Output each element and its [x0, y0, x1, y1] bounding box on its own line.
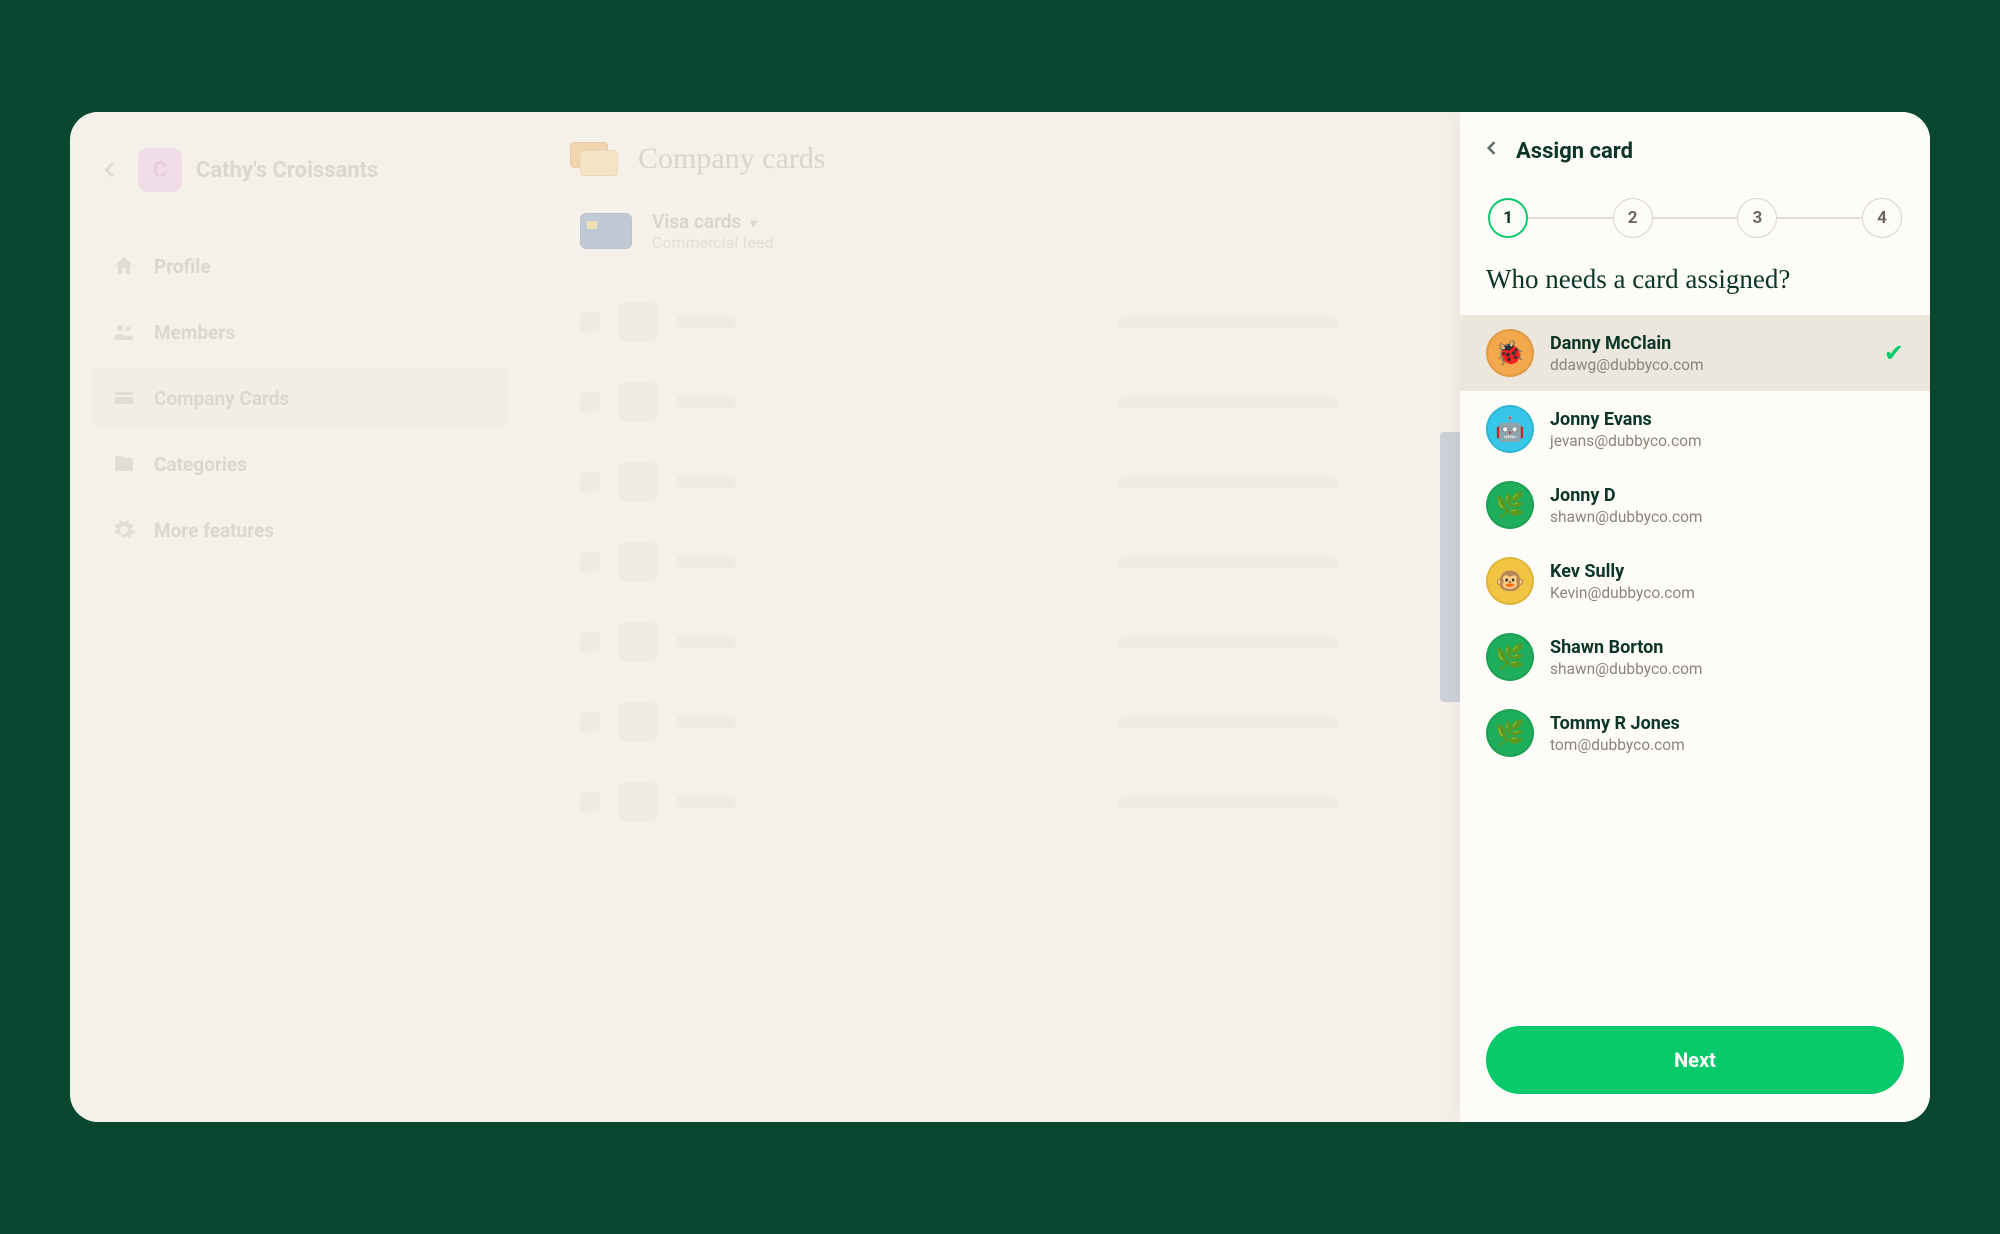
member-name: Jonny Evans: [1550, 409, 1702, 430]
sidebar-item-label: More features: [154, 519, 274, 542]
stepper: 1 2 3 4: [1460, 184, 1930, 262]
sidebar-nav: Profile Members Company Cards Categories Mor…: [90, 218, 510, 560]
member-email: ddawg@dubbyco.com: [1550, 356, 1704, 374]
member-list: 🐞 Danny McClain ddawg@dubbyco.com ✔ 🤖 Jonny E…: [1460, 315, 1930, 1026]
step-3[interactable]: 3: [1737, 198, 1777, 238]
avatar: 🌿: [1486, 709, 1534, 757]
sidebar-item-company-cards[interactable]: Company Cards: [90, 368, 510, 428]
member-row[interactable]: 🌿 Jonny D shawn@dubbyco.com: [1460, 467, 1930, 543]
member-email: tom@dubbyco.com: [1550, 736, 1685, 754]
company-cards-icon: [570, 142, 618, 176]
sidebar-item-label: Profile: [154, 255, 211, 278]
avatar: 🌿: [1486, 481, 1534, 529]
sidebar-item-members[interactable]: Members: [90, 302, 510, 362]
step-1[interactable]: 1: [1488, 198, 1528, 238]
sidebar-item-label: Members: [154, 321, 235, 344]
member-row[interactable]: 🐵 Kev Sully Kevin@dubbyco.com: [1460, 543, 1930, 619]
member-name: Kev Sully: [1550, 561, 1695, 582]
org-avatar[interactable]: C: [138, 148, 182, 192]
member-email: shawn@dubbyco.com: [1550, 660, 1703, 678]
panel-header: Assign card: [1460, 112, 1930, 184]
avatar: 🐵: [1486, 557, 1534, 605]
member-row[interactable]: 🌿 Shawn Borton shawn@dubbyco.com: [1460, 619, 1930, 695]
step-connector: [1653, 217, 1738, 219]
check-icon: ✔: [1884, 339, 1904, 367]
card-chip-icon: [580, 213, 632, 249]
feed-title: Visa cards: [652, 210, 741, 233]
member-name: Shawn Borton: [1550, 637, 1703, 658]
member-row[interactable]: 🤖 Jonny Evans jevans@dubbyco.com: [1460, 391, 1930, 467]
member-name: Jonny D: [1550, 485, 1703, 506]
member-email: jevans@dubbyco.com: [1550, 432, 1702, 450]
step-connector: [1777, 217, 1862, 219]
panel-question: Who needs a card assigned?: [1460, 262, 1930, 315]
panel-title: Assign card: [1516, 139, 1633, 164]
member-row[interactable]: 🐞 Danny McClain ddawg@dubbyco.com ✔: [1460, 315, 1930, 391]
org-name: Cathy's Croissants: [196, 158, 378, 183]
next-button[interactable]: Next: [1486, 1026, 1904, 1094]
avatar: 🐞: [1486, 329, 1534, 377]
sidebar: C Cathy's Croissants Profile Members Compa…: [70, 112, 530, 1122]
home-icon: [112, 254, 136, 278]
member-email: Kevin@dubbyco.com: [1550, 584, 1695, 602]
sidebar-item-more-features[interactable]: More features: [90, 500, 510, 560]
sidebar-item-profile[interactable]: Profile: [90, 236, 510, 296]
page-title: Company cards: [638, 142, 825, 176]
avatar: 🤖: [1486, 405, 1534, 453]
step-4[interactable]: 4: [1862, 198, 1902, 238]
member-row[interactable]: 🌿 Tommy R Jones tom@dubbyco.com: [1460, 695, 1930, 771]
app-shell: C Cathy's Croissants Profile Members Compa…: [70, 112, 1930, 1122]
people-icon: [112, 320, 136, 344]
step-connector: [1528, 217, 1613, 219]
member-email: shawn@dubbyco.com: [1550, 508, 1703, 526]
sidebar-item-categories[interactable]: Categories: [90, 434, 510, 494]
step-2[interactable]: 2: [1613, 198, 1653, 238]
sidebar-item-label: Company Cards: [154, 387, 289, 410]
gear-icon: [112, 518, 136, 542]
feed-sub: Commercial feed: [652, 233, 774, 252]
card-icon: [112, 386, 136, 410]
sidebar-header: C Cathy's Croissants: [90, 140, 510, 218]
assign-card-panel: Assign card 1 2 3 4 Who needs a card assign…: [1460, 112, 1930, 1122]
avatar: 🌿: [1486, 633, 1534, 681]
back-icon[interactable]: [96, 159, 124, 181]
folder-icon: [112, 452, 136, 476]
panel-back-icon[interactable]: [1482, 138, 1502, 164]
chevron-down-icon: ▾: [750, 216, 757, 232]
member-name: Tommy R Jones: [1550, 713, 1685, 734]
member-name: Danny McClain: [1550, 333, 1704, 354]
sidebar-item-label: Categories: [154, 453, 247, 476]
